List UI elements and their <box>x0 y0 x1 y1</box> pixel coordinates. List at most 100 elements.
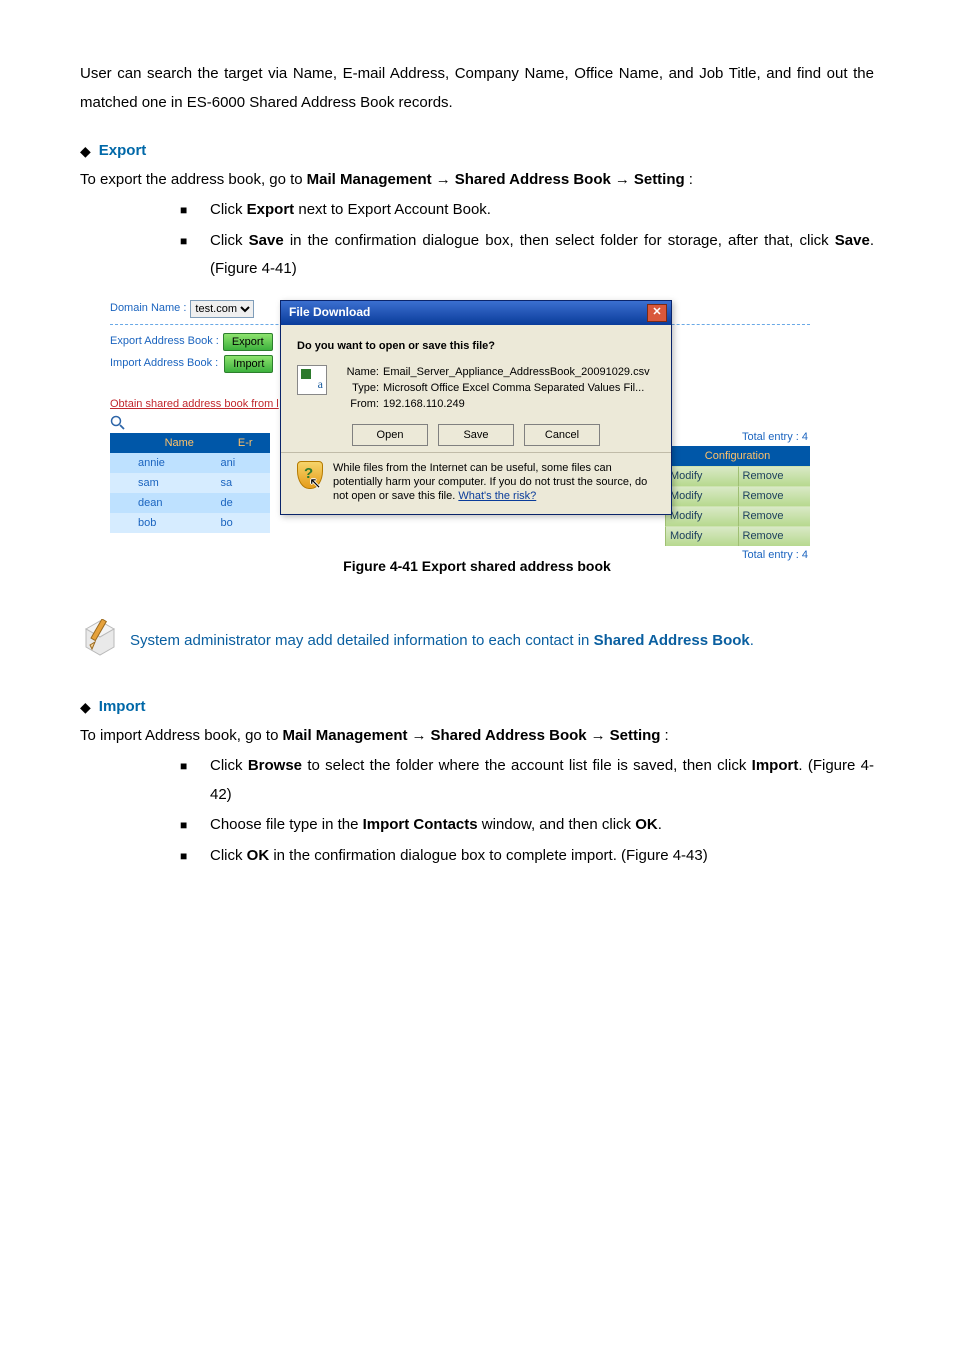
nav-lead: To import Address book, go to <box>80 722 278 751</box>
export-bullets: ■ Click Export next to Export Account Bo… <box>180 196 874 284</box>
save-button[interactable]: Save <box>438 424 514 446</box>
bullet-pre: Click <box>210 847 247 864</box>
close-icon[interactable]: ✕ <box>647 304 667 322</box>
cell-email: sa <box>221 476 271 490</box>
import-bullets: ■ Click Browse to select the folder wher… <box>180 752 874 870</box>
bullet-pre: Click <box>210 232 249 249</box>
bullet-text: Click Save in the confirmation dialogue … <box>210 227 874 284</box>
th-name: Name <box>110 433 221 453</box>
bullet-post: to select the folder where the account l… <box>302 757 752 774</box>
bullet-bold2: Save <box>835 232 870 249</box>
import-label: Import Address Book : <box>110 356 218 370</box>
cell-name: sam <box>110 476 221 490</box>
colon: : <box>689 166 693 195</box>
cancel-button[interactable]: Cancel <box>524 424 600 446</box>
square-icon: ■ <box>180 845 192 868</box>
bullet-post: window, and then click <box>478 816 636 833</box>
total-entry-bottom: Total entry : 4 <box>665 548 810 562</box>
bullet-bold: Browse <box>248 757 302 774</box>
remove-button[interactable]: Remove <box>738 506 811 526</box>
config-row: Modify Remove <box>665 466 810 486</box>
warn-text: While files from the Internet can be use… <box>333 461 655 504</box>
nav-b: Shared Address Book <box>455 166 611 195</box>
intro-paragraph: User can search the target via Name, E-m… <box>80 60 874 117</box>
open-button[interactable]: Open <box>352 424 428 446</box>
arrow-icon: → <box>615 166 630 195</box>
dialog-question: Do you want to open or save this file? <box>297 339 655 353</box>
file-name: Email_Server_Appliance_AddressBook_20091… <box>383 366 650 378</box>
square-icon: ■ <box>180 755 192 778</box>
nav-c: Setting <box>634 166 685 195</box>
bullet-text: Choose file type in the Import Contacts … <box>210 811 874 840</box>
bullet-post: next to Export Account Book. <box>294 201 491 218</box>
arrow-icon: → <box>591 722 606 751</box>
note-bold: Shared Address Book <box>594 632 750 649</box>
domain-label: Domain Name : <box>110 301 186 315</box>
total-entry: Total entry : 4 <box>665 430 810 444</box>
cell-email: bo <box>221 516 271 530</box>
domain-select[interactable]: test.com <box>190 300 254 318</box>
export-label: Export Address Book : <box>110 334 219 348</box>
risk-link[interactable]: What's the risk? <box>458 490 536 502</box>
nav-b: Shared Address Book <box>430 722 586 751</box>
bullet-bold2: Import <box>752 757 799 774</box>
diamond-icon: ◆ <box>80 138 91 165</box>
section-title: Export <box>99 137 147 166</box>
config-header: Configuration <box>665 446 810 466</box>
export-nav-line: To export the address book, go to Mail M… <box>80 166 874 195</box>
remove-button[interactable]: Remove <box>738 486 811 506</box>
square-icon: ■ <box>180 199 192 222</box>
nav-a: Mail Management <box>282 722 407 751</box>
note-pre: System administrator may add detailed in… <box>130 632 594 649</box>
config-row: Modify Remove <box>665 486 810 506</box>
section-export: ◆ Export <box>80 137 874 166</box>
remove-button[interactable]: Remove <box>738 526 811 546</box>
bullet-tail: . <box>658 816 662 833</box>
th-email: E-r <box>221 433 271 453</box>
bullet-post: in the confirmation dialogue box to comp… <box>269 847 708 864</box>
bullet-text: Click Export next to Export Account Book… <box>210 196 874 225</box>
dialog-titlebar: File Download ✕ <box>281 301 671 325</box>
remove-button[interactable]: Remove <box>738 466 811 486</box>
section-title: Import <box>99 693 146 722</box>
import-nav-line: To import Address book, go to Mail Manag… <box>80 722 874 751</box>
note-pencil-icon <box>80 619 124 663</box>
arrow-icon: → <box>411 722 426 751</box>
nav-a: Mail Management <box>307 166 432 195</box>
dialog-title: File Download <box>289 305 370 321</box>
contacts-table: Name E-r annie ani sam sa dean de <box>110 433 270 533</box>
cell-email: de <box>221 496 271 510</box>
obtain-link[interactable]: Obtain shared address book from l <box>110 397 279 411</box>
cell-email: ani <box>221 456 271 470</box>
bullet-bold: Export <box>247 201 295 218</box>
nav-c: Setting <box>610 722 661 751</box>
table-row: dean de <box>110 493 270 513</box>
bullet-text: Click Browse to select the folder where … <box>210 752 874 809</box>
table-row: sam sa <box>110 473 270 493</box>
search-icon[interactable] <box>110 415 126 431</box>
modify-button[interactable]: Modify <box>665 526 738 546</box>
table-row: bob bo <box>110 513 270 533</box>
cell-name: annie <box>110 456 221 470</box>
from-label: From: <box>337 397 379 411</box>
config-row: Modify Remove <box>665 506 810 526</box>
arrow-icon: → <box>436 166 451 195</box>
modify-button[interactable]: Modify <box>665 466 738 486</box>
cell-name: bob <box>110 516 221 530</box>
note-post: . <box>750 632 754 649</box>
bullet-post: in the confirmation dialogue box, then s… <box>284 232 835 249</box>
config-row: Modify Remove <box>665 526 810 546</box>
modify-button[interactable]: Modify <box>665 506 738 526</box>
file-type: Microsoft Office Excel Comma Separated V… <box>383 382 644 394</box>
note: System administrator may add detailed in… <box>80 619 874 663</box>
file-download-dialog: File Download ✕ Do you want to open or s… <box>280 300 672 515</box>
modify-button[interactable]: Modify <box>665 486 738 506</box>
section-import: ◆ Import <box>80 693 874 722</box>
nav-lead: To export the address book, go to <box>80 166 303 195</box>
import-button[interactable]: Import <box>224 355 273 373</box>
square-icon: ■ <box>180 230 192 253</box>
bullet-pre: Choose file type in the <box>210 816 363 833</box>
export-button[interactable]: Export <box>223 333 273 351</box>
diamond-icon: ◆ <box>80 694 91 721</box>
csv-icon <box>297 365 327 395</box>
